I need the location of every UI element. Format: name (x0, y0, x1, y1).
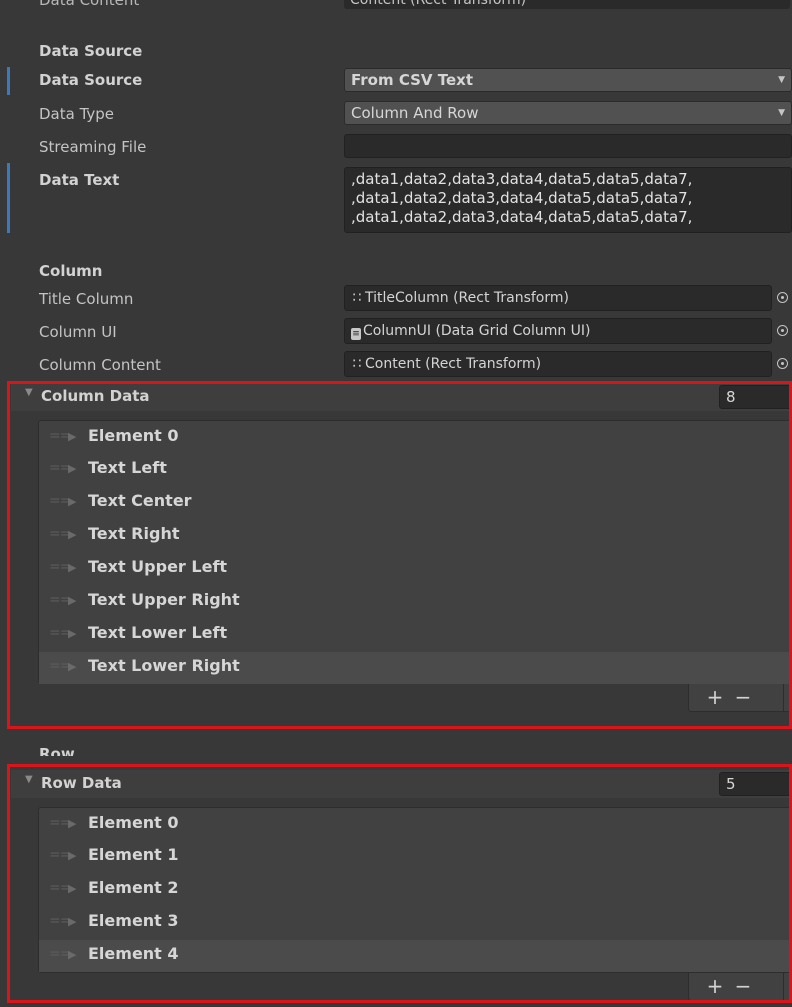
column-ui-object-field[interactable]: ≡ ColumnUI (Data Grid Column UI) (344, 318, 772, 344)
cutoff-field[interactable]: Content (Rect Transform) (344, 0, 790, 9)
column-ui-label: Column UI (39, 323, 117, 341)
data-source-section-header: Data Source (39, 42, 143, 60)
column-content-value: Content (Rect Transform) (365, 356, 542, 372)
rect-transform-icon: ∷ (352, 356, 362, 372)
column-data-highlight-box (7, 381, 792, 729)
data-source-dropdown[interactable]: From CSV Text ▼ (344, 68, 792, 92)
data-source-label: Data Source (39, 71, 143, 89)
cutoff-label: Data Content (39, 0, 140, 9)
streaming-file-input[interactable] (344, 134, 792, 158)
data-text-area[interactable]: ,data1,data2,data3,data4,data5,data5,dat… (344, 167, 792, 233)
cutoff-row: Data Content Content (Rect Transform) (0, 0, 792, 10)
title-column-label: Title Column (39, 290, 134, 308)
column-content-label: Column Content (39, 356, 161, 374)
script-icon: ≡ (351, 328, 361, 340)
data-text-label: Data Text (39, 171, 120, 189)
object-picker-icon[interactable] (777, 325, 788, 336)
rect-transform-icon: ∷ (352, 290, 362, 306)
title-column-value: TitleColumn (Rect Transform) (365, 290, 569, 306)
data-type-value: Column And Row (351, 104, 479, 122)
data-text-line: ,data1,data2,data3,data4,data5,data5,dat… (351, 208, 693, 226)
column-content-object-field[interactable]: ∷ Content (Rect Transform) (344, 351, 772, 377)
title-column-object-field[interactable]: ∷ TitleColumn (Rect Transform) (344, 285, 772, 311)
column-section-header: Column (39, 262, 103, 280)
row-section-header: Row (39, 745, 75, 756)
data-text-line: ,data1,data2,data3,data4,data5,data5,dat… (351, 170, 693, 188)
dropdown-arrow-icon: ▼ (778, 108, 785, 118)
data-text-line: ,data1,data2,data3,data4,data5,data5,dat… (351, 189, 693, 207)
dropdown-arrow-icon: ▼ (778, 75, 785, 85)
modified-indicator-bar (7, 67, 10, 95)
object-picker-icon[interactable] (777, 292, 788, 303)
data-source-value: From CSV Text (351, 71, 474, 89)
streaming-file-label: Streaming File (39, 138, 147, 156)
data-type-dropdown[interactable]: Column And Row ▼ (344, 101, 792, 125)
row-data-highlight-box (7, 764, 792, 1003)
data-type-label: Data Type (39, 105, 115, 123)
object-picker-icon[interactable] (777, 358, 788, 369)
column-ui-value: ColumnUI (Data Grid Column UI) (363, 323, 591, 339)
modified-indicator-bar (7, 163, 10, 233)
